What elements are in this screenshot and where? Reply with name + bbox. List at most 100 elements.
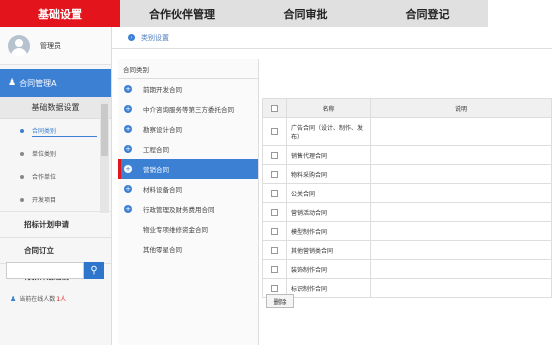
sidebar-search: ⚲: [6, 262, 104, 279]
group-header[interactable]: 基础数据设置: [0, 97, 111, 119]
row-checkbox[interactable]: [271, 170, 278, 178]
search-icon: ⚲: [90, 265, 98, 276]
row-name: 广告合同（设计、制作、发布）: [286, 117, 371, 146]
table-row[interactable]: 公关合同: [262, 183, 552, 203]
category-label: 物业专项维修资金合同: [143, 226, 208, 234]
category-item-selected[interactable]: + 营销合同: [118, 159, 258, 179]
bullet-icon: [20, 174, 24, 179]
module-title: 合同管理A: [19, 78, 57, 88]
category-item[interactable]: + 材料设备合同: [118, 179, 258, 199]
row-name: 营销活动合同: [286, 202, 371, 222]
menu-contract-sign[interactable]: 合同订立: [0, 237, 111, 263]
row-description: [370, 259, 552, 279]
sidebar-item-dev-project[interactable]: 开发项目: [0, 188, 111, 211]
bullet-icon: [20, 197, 24, 202]
search-button[interactable]: ⚲: [84, 262, 104, 279]
row-name: 公关合同: [286, 183, 371, 203]
category-item[interactable]: 物业专项维修资金合同: [118, 219, 258, 239]
bullet-icon: [20, 151, 24, 156]
sidebar-item-unit-category[interactable]: 单位类别: [0, 142, 111, 165]
delete-button[interactable]: 删除: [266, 294, 294, 308]
plus-icon[interactable]: +: [124, 165, 132, 173]
category-label: 前期开发合同: [143, 86, 182, 94]
row-description: [370, 202, 552, 222]
category-label: 行政管理及财务费用合同: [143, 206, 215, 214]
row-name: 模型制作合同: [286, 221, 371, 241]
category-item[interactable]: + 前期开发合同: [118, 79, 258, 99]
row-checkbox[interactable]: [271, 208, 278, 216]
column-header-name: 名称: [286, 98, 371, 118]
table-row[interactable]: 销售代理合同: [262, 145, 552, 165]
category-label: 工程合同: [143, 146, 169, 154]
row-description: [370, 117, 552, 146]
row-checkbox[interactable]: [271, 246, 278, 254]
table-row[interactable]: 标识制作合同: [262, 278, 552, 298]
users-icon: ♟: [10, 294, 17, 303]
sidebar-item-label: 合同类别: [32, 128, 57, 135]
search-input[interactable]: [6, 262, 84, 279]
plus-icon[interactable]: +: [124, 105, 132, 113]
chevron-right-icon: ›: [128, 34, 135, 41]
user-box: 管理员: [0, 27, 111, 65]
column-header-description: 说明: [370, 98, 552, 118]
row-name: 装饰制作合同: [286, 259, 371, 279]
category-item[interactable]: + 勘察设计合同: [118, 119, 258, 139]
row-checkbox[interactable]: [271, 128, 278, 135]
tab-contract-approval[interactable]: 合同审批: [244, 0, 367, 27]
row-checkbox[interactable]: [271, 284, 278, 292]
plus-icon[interactable]: +: [124, 125, 132, 133]
plus-icon[interactable]: +: [124, 185, 132, 193]
plus-icon[interactable]: +: [124, 145, 132, 153]
username: 管理员: [40, 41, 61, 50]
table-row[interactable]: 广告合同（设计、制作、发布）: [262, 117, 552, 146]
user-icon: ♟: [8, 78, 17, 88]
bullet-icon: [20, 128, 24, 133]
row-name: 物料采购合同: [286, 164, 371, 184]
table-row[interactable]: 物料采购合同: [262, 164, 552, 184]
row-description: [370, 183, 552, 203]
row-checkbox[interactable]: [271, 151, 278, 159]
online-users: ♟ 当前在线人数 1人: [10, 294, 66, 304]
tab-basic-settings[interactable]: 基础设置: [0, 0, 120, 27]
category-item[interactable]: + 中介咨询服务等第三方委托合同: [118, 99, 258, 119]
category-item[interactable]: + 工程合同: [118, 139, 258, 159]
category-panel: 合同类别 + 前期开发合同 + 中介咨询服务等第三方委托合同 + 勘察设计合同 + 工程…: [118, 59, 259, 345]
category-panel-header: 合同类别: [118, 59, 258, 79]
sidebar-scrollbar[interactable]: [100, 101, 109, 213]
row-name: 标识制作合同: [286, 278, 371, 298]
avatar: [8, 34, 30, 57]
sidebar-item-label: 单位类别: [32, 151, 57, 158]
top-navigation: 基础设置 合作伙伴管理 合同审批 合同登记: [0, 0, 488, 27]
category-label: 材料设备合同: [143, 186, 182, 194]
category-item[interactable]: + 行政管理及财务费用合同: [118, 199, 258, 219]
row-checkbox[interactable]: [271, 265, 278, 273]
row-description: [370, 164, 552, 184]
table-row[interactable]: 模型制作合同: [262, 221, 552, 241]
table-row[interactable]: 营销活动合同: [262, 202, 552, 222]
sidebar-item-contract-category[interactable]: 合同类别: [0, 119, 111, 142]
row-name: 销售代理合同: [286, 145, 371, 165]
select-all-checkbox[interactable]: [271, 104, 278, 112]
online-label: 当前在线人数: [19, 296, 56, 303]
row-name: 其他营销类合同: [286, 240, 371, 260]
category-label: 其他零星合同: [143, 246, 182, 254]
sidebar-item-partner-unit[interactable]: 合作单位: [0, 165, 111, 188]
category-label: 营销合同: [143, 166, 169, 174]
menu-bidding-plan[interactable]: 招标计划申请: [0, 211, 111, 237]
row-checkbox[interactable]: [271, 227, 278, 235]
plus-icon[interactable]: +: [124, 85, 132, 93]
row-description: [370, 240, 552, 260]
table-row[interactable]: 其他营销类合同: [262, 240, 552, 260]
category-label: 勘察设计合同: [143, 126, 182, 134]
plus-icon[interactable]: +: [124, 205, 132, 213]
tab-partner-management[interactable]: 合作伙伴管理: [120, 0, 244, 27]
breadcrumb: › 类别设置: [112, 27, 552, 49]
category-item[interactable]: 其他零星合同: [118, 239, 258, 259]
row-description: [370, 145, 552, 165]
module-header[interactable]: ♟ 合同管理A: [0, 69, 111, 97]
row-checkbox[interactable]: [271, 189, 278, 197]
sidebar-item-label: 开发项目: [32, 197, 57, 204]
category-label: 中介咨询服务等第三方委托合同: [143, 106, 234, 114]
table-row[interactable]: 装饰制作合同: [262, 259, 552, 279]
tab-contract-registration[interactable]: 合同登记: [367, 0, 488, 27]
